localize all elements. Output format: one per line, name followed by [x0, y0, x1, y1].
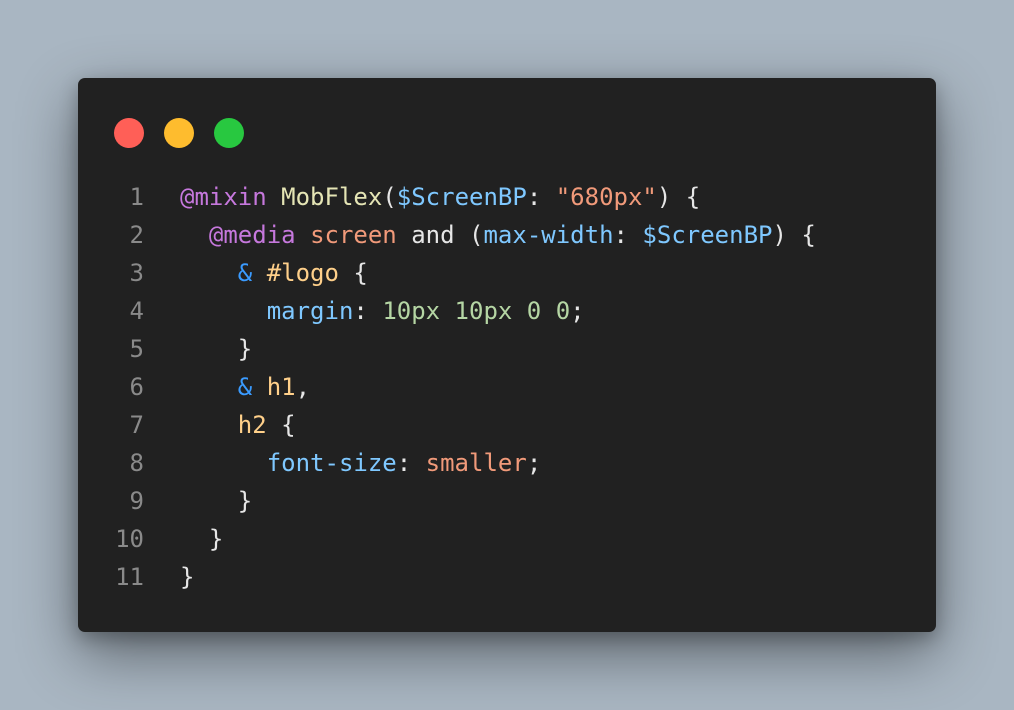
code-token: }	[180, 487, 253, 515]
line-number: 2	[129, 221, 144, 249]
code-line: 7 h2 {	[78, 406, 936, 444]
code-token: }	[180, 563, 195, 591]
code-line: 6 & h1,	[78, 368, 936, 406]
code-line: 9 }	[78, 482, 936, 520]
code-token: {	[338, 259, 368, 287]
code-token: margin	[266, 297, 354, 325]
code-token: {	[266, 411, 296, 439]
code-token: MobFlex	[281, 183, 383, 211]
line-number: 4	[129, 297, 144, 325]
code-line: 4 margin: 10px 10px 0 0;	[78, 292, 936, 330]
code-token: max-width	[483, 221, 614, 249]
code-text: @mixin MobFlex($ScreenBP: "680px") {	[180, 178, 700, 216]
line-number: 11	[115, 563, 144, 591]
code-token: :	[353, 297, 383, 325]
code-text: h2 {	[180, 406, 296, 444]
code-line: 5 }	[78, 330, 936, 368]
line-number: 3	[129, 259, 144, 287]
code-token: ;	[526, 449, 542, 477]
code-text: }	[180, 520, 223, 558]
code-text: @media screen and (max-width: $ScreenBP)…	[180, 216, 816, 254]
code-token: @mixin	[180, 183, 267, 211]
code-text: }	[180, 558, 194, 596]
code-token: ) {	[772, 221, 816, 249]
code-token: :	[396, 449, 426, 477]
close-dot-icon[interactable]	[114, 118, 144, 148]
code-token: #logo	[266, 259, 339, 287]
code-token: 10px 10px 0 0	[382, 297, 571, 325]
code-token: ) {	[656, 183, 701, 211]
minimize-dot-icon[interactable]	[164, 118, 194, 148]
code-line: 8 font-size: smaller;	[78, 444, 936, 482]
code-token: h1	[266, 373, 296, 401]
code-token: :	[526, 183, 556, 211]
code-token: :	[613, 221, 643, 249]
code-token: &	[237, 373, 253, 401]
code-window: 1 @mixin MobFlex($ScreenBP: "680px") {2 @…	[78, 78, 936, 632]
code-line: 11}	[78, 558, 936, 596]
code-text: & #logo {	[180, 254, 368, 292]
code-line: 1 @mixin MobFlex($ScreenBP: "680px") {	[78, 178, 936, 216]
code-token: font-size	[266, 449, 397, 477]
code-token: $ScreenBP	[642, 221, 773, 249]
code-token: }	[180, 525, 224, 553]
code-text: }	[180, 330, 252, 368]
code-block: 1 @mixin MobFlex($ScreenBP: "680px") {2 @…	[78, 178, 936, 596]
code-token: (	[382, 183, 397, 211]
code-text: }	[180, 482, 252, 520]
code-token: &	[237, 259, 253, 287]
line-number: 9	[129, 487, 144, 515]
code-token: $ScreenBP	[396, 183, 527, 211]
code-text: font-size: smaller;	[180, 444, 542, 482]
code-token: "680px"	[555, 183, 657, 211]
line-number: 10	[115, 525, 144, 553]
code-token: h2	[237, 411, 267, 439]
line-number: 8	[129, 449, 144, 477]
line-number: 7	[129, 411, 144, 439]
line-number: 6	[129, 373, 144, 401]
code-token: ;	[570, 297, 585, 325]
code-token: smaller	[425, 449, 527, 477]
code-text: & h1,	[180, 368, 310, 406]
code-token: screen	[310, 221, 397, 249]
line-number: 5	[129, 335, 144, 363]
code-token: }	[180, 335, 253, 363]
code-token: ,	[295, 373, 311, 401]
code-token: @media	[208, 221, 296, 249]
maximize-dot-icon[interactable]	[214, 118, 244, 148]
code-text: margin: 10px 10px 0 0;	[180, 292, 585, 330]
code-line: 3 & #logo {	[78, 254, 936, 292]
line-number: 1	[129, 183, 144, 211]
code-line: 10 }	[78, 520, 936, 558]
code-token: and (	[396, 221, 484, 249]
code-line: 2 @media screen and (max-width: $ScreenB…	[78, 216, 936, 254]
